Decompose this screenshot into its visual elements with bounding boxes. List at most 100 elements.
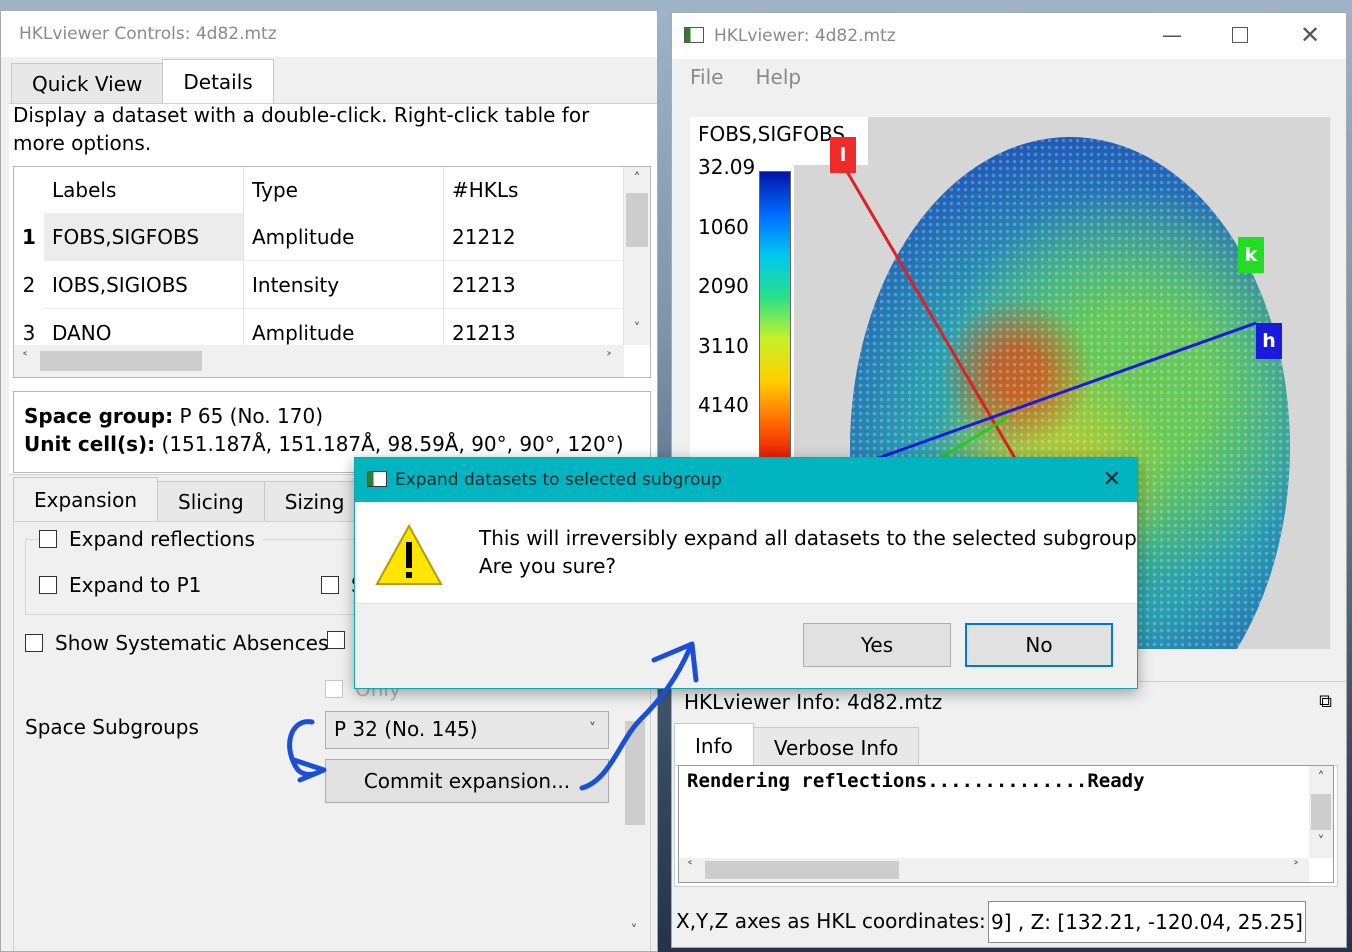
expand-to-p1-checkbox[interactable]: Expand to P1 xyxy=(39,573,201,597)
k-axis-label: k xyxy=(1238,237,1264,273)
scroll-thumb[interactable] xyxy=(626,193,648,247)
details-hint: Display a dataset with a double-click. R… xyxy=(13,103,590,155)
chevron-down-icon: ˅ xyxy=(589,721,596,737)
colorbar-tick: 4140 xyxy=(698,393,749,417)
unit-cell-label: Unit cell(s): xyxy=(24,432,156,456)
coord-label: X,Y,Z axes as HKL coordinates: xyxy=(676,909,986,933)
scroll-right-icon[interactable]: ˃ xyxy=(598,351,620,367)
maximize-icon[interactable] xyxy=(1232,27,1248,43)
commit-expansion-button[interactable]: Commit expansion... xyxy=(325,759,609,803)
log-text: Rendering reflections..............Ready xyxy=(687,770,1145,792)
space-subgroups-label: Space Subgroups xyxy=(25,715,199,739)
close-icon[interactable]: ✕ xyxy=(1300,21,1320,49)
yes-button[interactable]: Yes xyxy=(803,623,951,667)
dialog-line-2: Are you sure? xyxy=(479,554,617,578)
l-axis xyxy=(840,162,1028,478)
tab-slicing[interactable]: Slicing xyxy=(157,481,265,521)
datasets-table[interactable]: Labels Type #HKLs 1 FOBS,SIGFOBS Amplitu… xyxy=(13,166,651,378)
space-group-label: Space group: xyxy=(24,404,174,428)
menu-help[interactable]: Help xyxy=(755,65,801,89)
scroll-thumb[interactable] xyxy=(1311,794,1331,830)
h-axis-label: h xyxy=(1256,323,1282,359)
tab-sizing[interactable]: Sizing xyxy=(263,481,366,521)
colorbar-tick: 1060 xyxy=(698,215,749,239)
dialog-body: This will irreversibly expand all datase… xyxy=(355,502,1137,604)
column-header-labels[interactable]: Labels xyxy=(44,167,244,213)
panel-vertical-scrollbar[interactable]: ˅ xyxy=(623,701,647,951)
scroll-down-icon[interactable]: ˅ xyxy=(623,923,645,939)
dialog-titlebar: Expand datasets to selected subgroup ✕ xyxy=(355,458,1137,502)
row-header-1[interactable]: 1 xyxy=(14,213,44,261)
column-header-type[interactable]: Type xyxy=(244,167,444,213)
coord-input[interactable]: 9] , Z: [132.21, -120.04, 25.25] xyxy=(988,901,1306,943)
h-axis xyxy=(869,321,1257,463)
info-tabbar: Info Verbose Info xyxy=(674,723,920,767)
log-horizontal-scrollbar[interactable]: ˂ ˃ xyxy=(679,858,1309,882)
l-axis-label: l xyxy=(830,137,856,173)
dialog-message: This will irreversibly expand all datase… xyxy=(479,524,1137,580)
restore-icon[interactable]: ⧉ xyxy=(1319,682,1332,722)
minimize-icon[interactable]: — xyxy=(1162,23,1182,47)
checkbox-box[interactable] xyxy=(39,576,57,594)
table-cell-hkls[interactable]: 21213 xyxy=(444,261,624,309)
table-cell-label[interactable]: IOBS,SIGIOBS xyxy=(44,261,244,309)
table-cell-type[interactable]: Intensity xyxy=(244,261,444,309)
scroll-up-icon[interactable]: ˄ xyxy=(626,171,648,187)
scroll-down-icon[interactable]: ˅ xyxy=(626,321,648,337)
table-cell-hkls[interactable]: 21212 xyxy=(444,213,624,261)
log-vertical-scrollbar[interactable]: ˄ ˅ xyxy=(1309,766,1333,858)
scroll-thumb[interactable] xyxy=(40,351,202,371)
log-textarea[interactable]: Rendering reflections..............Ready… xyxy=(678,765,1334,883)
scroll-down-icon[interactable]: ˅ xyxy=(1310,834,1332,850)
scroll-thumb[interactable] xyxy=(625,721,645,825)
menubar: File Help xyxy=(690,65,801,89)
expand-to-p1-label: Expand to P1 xyxy=(69,573,202,597)
dialog-line-1: This will irreversibly expand all datase… xyxy=(479,526,1137,550)
row-header-2[interactable]: 2 xyxy=(14,261,44,309)
table-vertical-scrollbar[interactable]: ˄ ˅ xyxy=(624,167,650,345)
dataset-label: FOBS,SIGFOBS xyxy=(698,122,846,146)
options-tabbar: Expansion Slicing Sizing xyxy=(13,477,366,521)
checkbox-box[interactable] xyxy=(39,530,57,548)
menu-file[interactable]: File xyxy=(690,65,723,89)
colorbar-tick: 32.09 xyxy=(698,155,756,179)
tab-quick-view[interactable]: Quick View xyxy=(11,63,164,103)
app-icon xyxy=(367,471,387,487)
close-icon[interactable]: ✕ xyxy=(1103,458,1121,502)
viewer-title: HKLviewer: 4d82.mtz xyxy=(714,26,896,46)
colorbar xyxy=(759,171,791,471)
checkbox-box[interactable] xyxy=(321,576,339,594)
checkbox-box xyxy=(325,680,343,698)
table-cell-type[interactable]: Amplitude xyxy=(244,213,444,261)
checkbox-box[interactable] xyxy=(25,634,43,652)
scroll-left-icon[interactable]: ˂ xyxy=(679,860,701,876)
subgroup-select-value: P 32 (No. 145) xyxy=(334,717,478,741)
controls-title: HKLviewer Controls: 4d82.mtz xyxy=(1,11,657,57)
space-group-value: P 65 (No. 170) xyxy=(179,404,324,428)
checkbox-box[interactable] xyxy=(327,631,345,649)
dialog-title: Expand datasets to selected subgroup xyxy=(395,470,722,490)
colorbar-tick: 3110 xyxy=(698,334,749,358)
info-dock-title-text: HKLviewer Info: 4d82.mtz xyxy=(684,690,943,714)
colorbar-tick: 2090 xyxy=(698,274,749,298)
show-systematic-absences-checkbox[interactable]: Show Systematic Absences xyxy=(25,631,328,655)
column-header-hkls[interactable]: #HKLs xyxy=(444,167,624,213)
warning-icon xyxy=(375,524,443,585)
scroll-up-icon[interactable]: ˄ xyxy=(1310,770,1332,786)
expand-dialog: Expand datasets to selected subgroup ✕ T… xyxy=(354,457,1138,689)
tab-details[interactable]: Details xyxy=(162,59,274,103)
scroll-thumb[interactable] xyxy=(705,861,899,879)
missing-checkbox[interactable] xyxy=(327,631,345,649)
expand-reflections-label: Expand reflections xyxy=(69,527,255,551)
table-cell-label[interactable]: FOBS,SIGFOBS xyxy=(44,213,244,261)
tab-expansion[interactable]: Expansion xyxy=(13,477,158,521)
show-systematic-absences-label: Show Systematic Absences xyxy=(55,631,329,655)
subgroup-select[interactable]: P 32 (No. 145) ˅ xyxy=(325,711,609,749)
tab-verbose-info[interactable]: Verbose Info xyxy=(752,727,920,767)
table-horizontal-scrollbar[interactable]: ˂ ˃ xyxy=(14,345,624,377)
scroll-right-icon[interactable]: ˃ xyxy=(1285,860,1307,876)
expand-reflections-checkbox[interactable]: Expand reflections xyxy=(39,527,263,551)
no-button[interactable]: No xyxy=(965,623,1113,667)
tab-info[interactable]: Info xyxy=(674,723,754,767)
scroll-left-icon[interactable]: ˂ xyxy=(14,351,36,367)
